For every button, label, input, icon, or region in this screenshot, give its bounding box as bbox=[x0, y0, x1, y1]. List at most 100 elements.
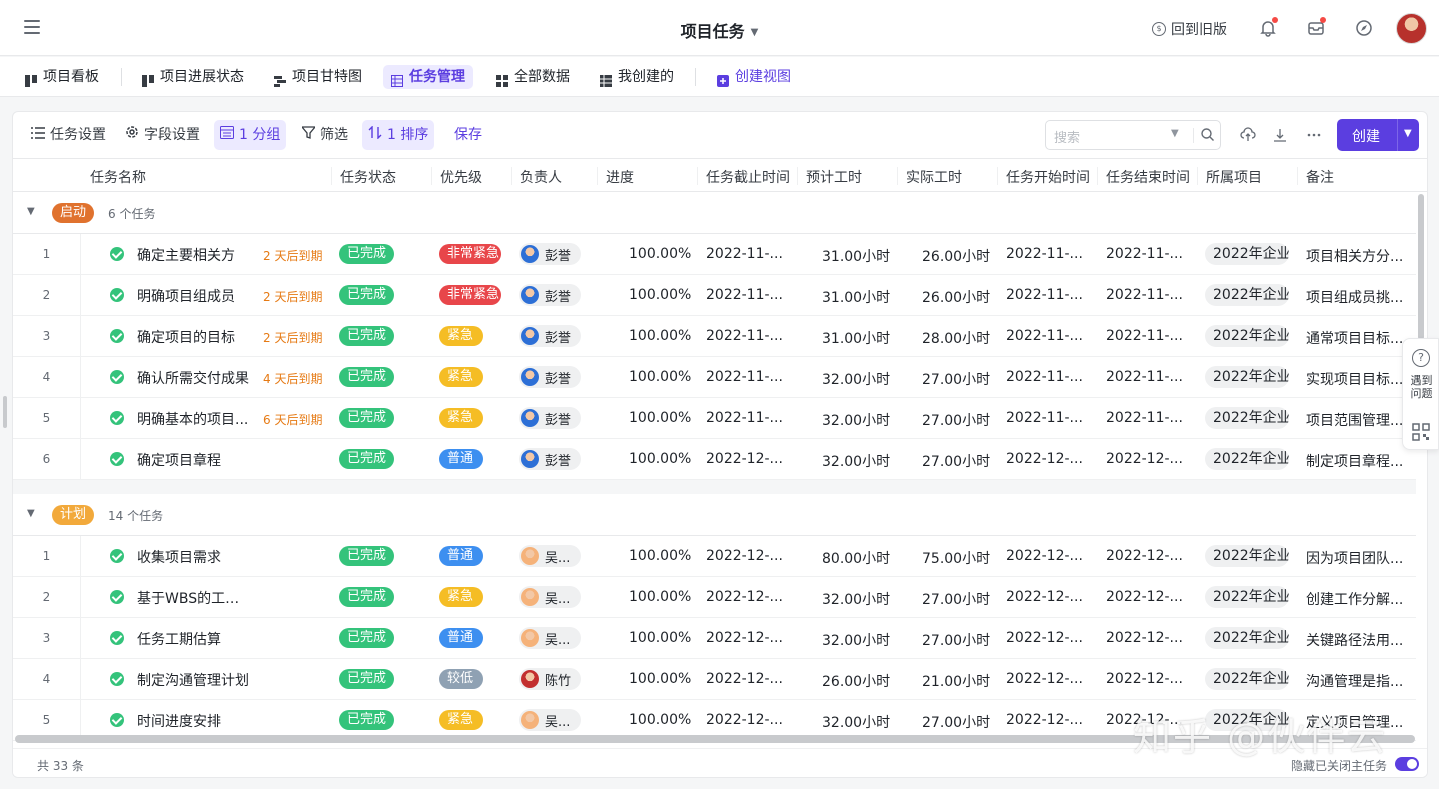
check-circle-icon[interactable] bbox=[110, 329, 124, 343]
check-circle-icon[interactable] bbox=[110, 549, 124, 563]
upload-icon[interactable] bbox=[1240, 127, 1256, 143]
table-row[interactable]: 2 明确项目组成员 2 天后到期 已完成 非常紧急 彭誉 100.00% 2022-11-..… bbox=[13, 275, 1416, 316]
project-chip[interactable]: 2022年企业 bbox=[1205, 243, 1289, 265]
sort-button[interactable]: 1 排序 bbox=[362, 120, 435, 150]
owner-chip[interactable]: 彭誉 bbox=[519, 407, 581, 429]
table-row[interactable]: 2 基于WBS的工作任务拆解 已完成 紧急 吴... 100.00% 2022-12-...… bbox=[13, 577, 1416, 618]
check-circle-icon[interactable] bbox=[110, 452, 124, 466]
owner-chip[interactable]: 彭誉 bbox=[519, 284, 581, 306]
priority-badge[interactable]: 紧急 bbox=[439, 408, 483, 428]
column-header[interactable]: 任务状态 bbox=[340, 167, 396, 187]
save-button[interactable]: 保存 bbox=[448, 120, 488, 150]
column-header[interactable]: 任务结束时间 bbox=[1106, 167, 1190, 187]
status-badge[interactable]: 已完成 bbox=[339, 244, 395, 264]
check-circle-icon[interactable] bbox=[110, 590, 124, 604]
priority-badge[interactable]: 非常紧急 bbox=[439, 285, 501, 305]
project-chip[interactable]: 2022年企业 bbox=[1205, 627, 1289, 649]
column-header[interactable]: 预计工时 bbox=[806, 167, 862, 187]
chevron-down-icon[interactable]: ▼ bbox=[27, 206, 35, 217]
column-header[interactable]: 任务开始时间 bbox=[1006, 167, 1090, 187]
inbox-icon[interactable] bbox=[1307, 17, 1326, 37]
project-chip[interactable]: 2022年企业 bbox=[1205, 545, 1289, 567]
compass-icon[interactable] bbox=[1355, 19, 1373, 37]
check-circle-icon[interactable] bbox=[110, 288, 124, 302]
back-to-old-version-button[interactable]: $ 回到旧版 bbox=[1152, 19, 1227, 39]
owner-chip[interactable]: 彭誉 bbox=[519, 366, 581, 388]
column-header[interactable]: 备注 bbox=[1306, 167, 1334, 187]
task-name[interactable]: 收集项目需求 bbox=[137, 547, 253, 567]
filter-button[interactable]: 筛选 bbox=[296, 120, 354, 150]
table-row[interactable]: 3 确定项目的目标 2 天后到期 已完成 紧急 彭誉 100.00% 2022-11-... 3… bbox=[13, 316, 1416, 357]
create-view-button[interactable]: 创建视图 bbox=[709, 65, 799, 89]
check-circle-icon[interactable] bbox=[110, 631, 124, 645]
priority-badge[interactable]: 紧急 bbox=[439, 587, 483, 607]
hide-closed-toggle[interactable] bbox=[1395, 757, 1419, 771]
task-name[interactable]: 确定项目章程 bbox=[137, 450, 253, 470]
task-settings-button[interactable]: 任务设置 bbox=[25, 120, 112, 150]
notification-bell-icon[interactable] bbox=[1259, 17, 1278, 37]
owner-chip[interactable]: 吴... bbox=[519, 586, 581, 608]
check-circle-icon[interactable] bbox=[110, 672, 124, 686]
task-name[interactable]: 确定主要相关方 bbox=[137, 245, 253, 265]
task-name[interactable]: 确认所需交付成果 bbox=[137, 368, 253, 388]
chevron-down-icon[interactable]: ▼ bbox=[27, 508, 35, 519]
user-avatar[interactable] bbox=[1396, 13, 1427, 44]
project-chip[interactable]: 2022年企业 bbox=[1205, 284, 1289, 306]
task-name[interactable]: 时间进度安排 bbox=[137, 711, 253, 731]
priority-badge[interactable]: 普通 bbox=[439, 628, 483, 648]
table-row[interactable]: 4 制定沟通管理计划 已完成 较低 陈竹 100.00% 2022-12-... 26.00小… bbox=[13, 659, 1416, 700]
tab-project-board[interactable]: 项目看板 bbox=[17, 65, 107, 89]
tab-all-data[interactable]: 全部数据 bbox=[488, 65, 578, 89]
priority-badge[interactable]: 紧急 bbox=[439, 710, 483, 730]
column-header[interactable]: 优先级 bbox=[440, 167, 482, 187]
table-row[interactable]: 1 收集项目需求 已完成 普通 吴... 100.00% 2022-12-... 80.00小… bbox=[13, 536, 1416, 577]
group-header[interactable]: ▼ 启动 6 个任务 bbox=[13, 192, 1416, 234]
status-badge[interactable]: 已完成 bbox=[339, 669, 395, 689]
priority-badge[interactable]: 非常紧急 bbox=[439, 244, 501, 264]
group-button[interactable]: 1 分组 bbox=[214, 120, 287, 150]
table-row[interactable]: 5 明确基本的项目... 6 天后到期 已完成 紧急 彭誉 100.00% 2022-11-.… bbox=[13, 398, 1416, 439]
status-badge[interactable]: 已完成 bbox=[339, 587, 395, 607]
status-badge[interactable]: 已完成 bbox=[339, 546, 395, 566]
owner-chip[interactable]: 吴... bbox=[519, 709, 581, 731]
column-header[interactable]: 实际工时 bbox=[906, 167, 962, 187]
owner-chip[interactable]: 吴... bbox=[519, 545, 581, 567]
column-header[interactable]: 负责人 bbox=[520, 167, 562, 187]
tab-task-management[interactable]: 任务管理 bbox=[383, 65, 473, 89]
status-badge[interactable]: 已完成 bbox=[339, 628, 395, 648]
project-chip[interactable]: 2022年企业 bbox=[1205, 407, 1289, 429]
check-circle-icon[interactable] bbox=[110, 370, 124, 384]
priority-badge[interactable]: 较低 bbox=[439, 669, 483, 689]
table-row[interactable]: 6 确定项目章程 已完成 普通 彭誉 100.00% 2022-12-... 32.00小时 2… bbox=[13, 439, 1416, 480]
field-settings-button[interactable]: 字段设置 bbox=[119, 120, 206, 150]
status-badge[interactable]: 已完成 bbox=[339, 408, 395, 428]
create-button[interactable]: 创建 ▼ bbox=[1337, 119, 1419, 151]
column-header[interactable]: 进度 bbox=[606, 167, 634, 187]
priority-badge[interactable]: 紧急 bbox=[439, 326, 483, 346]
more-icon[interactable] bbox=[1306, 127, 1322, 143]
status-badge[interactable]: 已完成 bbox=[339, 449, 395, 469]
column-header[interactable]: 所属项目 bbox=[1206, 167, 1262, 187]
project-chip[interactable]: 2022年企业 bbox=[1205, 325, 1289, 347]
project-chip[interactable]: 2022年企业 bbox=[1205, 366, 1289, 388]
owner-chip[interactable]: 彭誉 bbox=[519, 325, 581, 347]
priority-badge[interactable]: 普通 bbox=[439, 546, 483, 566]
panel-resize-handle[interactable] bbox=[3, 396, 7, 428]
task-name[interactable]: 确定项目的目标 bbox=[137, 327, 253, 347]
column-header[interactable]: 任务截止时间 bbox=[706, 167, 790, 187]
project-chip[interactable]: 2022年企业 bbox=[1205, 668, 1289, 690]
owner-chip[interactable]: 吴... bbox=[519, 627, 581, 649]
tab-gantt[interactable]: 项目甘特图 bbox=[266, 65, 370, 89]
search-icon[interactable] bbox=[1201, 128, 1214, 141]
group-header[interactable]: ▼ 计划 14 个任务 bbox=[13, 494, 1416, 536]
priority-badge[interactable]: 紧急 bbox=[439, 367, 483, 387]
project-chip[interactable]: 2022年企业 bbox=[1205, 586, 1289, 608]
download-icon[interactable] bbox=[1272, 127, 1288, 143]
task-name[interactable]: 基于WBS的工作任务拆解 bbox=[137, 588, 253, 608]
table-row[interactable]: 4 确认所需交付成果 4 天后到期 已完成 紧急 彭誉 100.00% 2022-11-...… bbox=[13, 357, 1416, 398]
owner-chip[interactable]: 彭誉 bbox=[519, 243, 581, 265]
chevron-down-icon[interactable]: ▼ bbox=[1171, 128, 1179, 139]
tab-project-progress[interactable]: 项目进展状态 bbox=[134, 65, 252, 89]
task-name[interactable]: 明确项目组成员 bbox=[137, 286, 253, 306]
qrcode-icon[interactable] bbox=[1412, 423, 1430, 441]
